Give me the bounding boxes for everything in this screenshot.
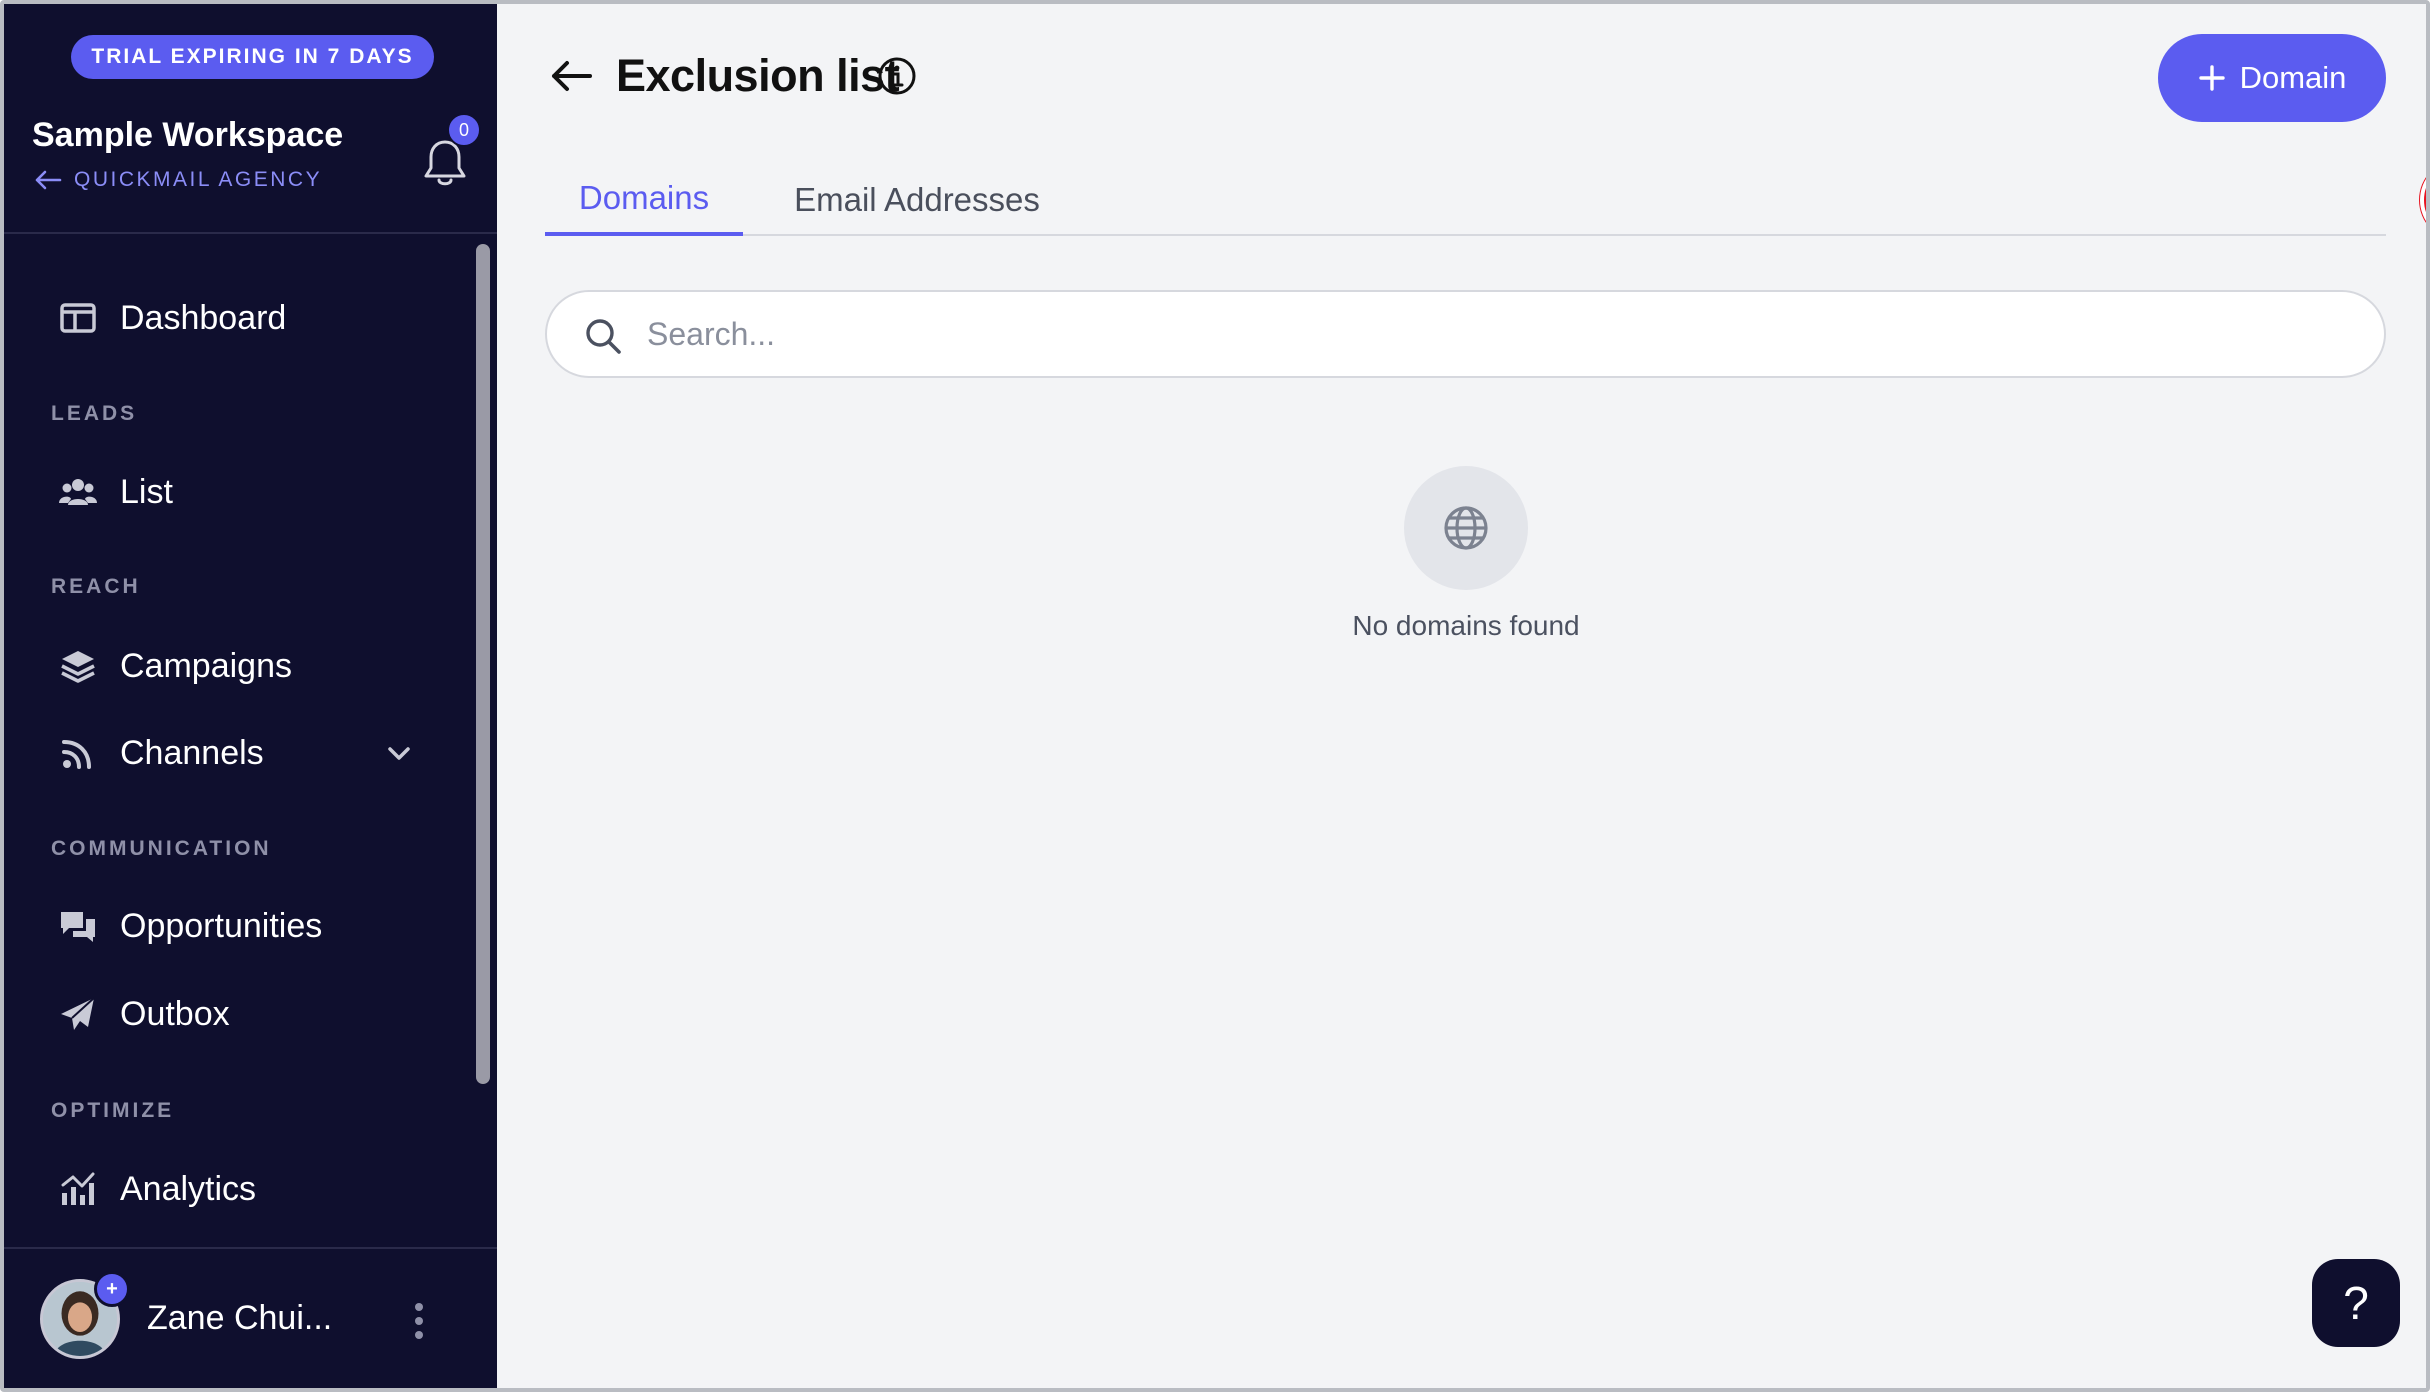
sidebar-item-analytics[interactable]: Analytics: [58, 1161, 256, 1217]
workspace-header: TRIAL EXPIRING IN 7 DAYS Sample Workspac…: [4, 4, 497, 234]
paper-plane-icon: [61, 997, 95, 1030]
add-domain-button[interactable]: Domain: [2158, 34, 2386, 122]
trial-badge[interactable]: TRIAL EXPIRING IN 7 DAYS: [71, 35, 434, 79]
section-label-communication: COMMUNICATION: [51, 837, 272, 860]
help-button[interactable]: ?: [2312, 1259, 2400, 1347]
sidebar: TRIAL EXPIRING IN 7 DAYS Sample Workspac…: [4, 4, 497, 1388]
plus-icon: [2198, 65, 2225, 91]
user-name: Zane Chui...: [147, 1299, 333, 1337]
annotation-step-badge: 4: [2420, 160, 2426, 240]
sidebar-item-opportunities[interactable]: Opportunities: [58, 898, 322, 954]
sidebar-item-label: Dashboard: [120, 298, 287, 337]
sidebar-item-label: Opportunities: [120, 906, 323, 945]
info-icon[interactable]: [877, 56, 917, 96]
sidebar-item-label: Campaigns: [120, 646, 292, 685]
search-bar: [545, 290, 2386, 378]
sidebar-item-label: List: [120, 472, 173, 511]
tab-bar: Domains Email Addresses: [545, 164, 2386, 236]
section-label-optimize: OPTIMIZE: [51, 1099, 175, 1122]
empty-state-message: No domains found: [1352, 610, 1580, 641]
workspace-name[interactable]: Sample Workspace: [32, 116, 343, 155]
main-content: Exclusion list Domain Domains Email Addr…: [497, 4, 2426, 1388]
section-label-leads: LEADS: [51, 402, 138, 425]
chevron-down-icon[interactable]: [382, 736, 416, 770]
empty-state-icon-container: [1404, 466, 1528, 590]
sidebar-item-dashboard[interactable]: Dashboard: [58, 290, 286, 346]
layers-icon: [61, 651, 95, 683]
sidebar-item-outbox[interactable]: Outbox: [58, 986, 230, 1042]
users-icon: [59, 479, 97, 505]
chat-icon: [61, 912, 95, 942]
search-icon: [586, 319, 621, 354]
agency-link[interactable]: QUICKMAIL AGENCY: [34, 168, 322, 192]
rss-icon: [62, 740, 91, 769]
analytics-icon: [61, 1172, 95, 1205]
sidebar-item-campaigns[interactable]: Campaigns: [58, 638, 292, 694]
notification-count-badge: 0: [447, 113, 481, 147]
globe-icon: [1444, 506, 1488, 550]
sidebar-item-channels[interactable]: Channels: [58, 725, 264, 781]
more-options-icon[interactable]: [410, 1301, 428, 1341]
arrow-left-icon: [35, 170, 62, 190]
back-arrow-icon[interactable]: [549, 56, 593, 96]
sidebar-item-label: Outbox: [120, 994, 230, 1033]
user-profile-bar[interactable]: + Zane Chui...: [4, 1247, 497, 1388]
sidebar-scrollbar[interactable]: [476, 244, 490, 1084]
sidebar-item-label: Channels: [120, 733, 264, 772]
agency-link-label: QUICKMAIL AGENCY: [74, 168, 323, 191]
search-input[interactable]: [647, 306, 2347, 362]
page-title: Exclusion list: [616, 50, 900, 101]
sidebar-item-label: Analytics: [120, 1169, 257, 1208]
tab-domains[interactable]: Domains: [545, 164, 743, 236]
app-window: TRIAL EXPIRING IN 7 DAYS Sample Workspac…: [0, 0, 2430, 1392]
dashboard-icon: [60, 303, 96, 333]
tab-email-addresses[interactable]: Email Addresses: [777, 164, 1057, 236]
add-account-badge[interactable]: +: [94, 1271, 130, 1307]
section-label-reach: REACH: [51, 575, 141, 598]
add-domain-label: Domain: [2239, 60, 2347, 95]
sidebar-item-list[interactable]: List: [58, 464, 173, 520]
